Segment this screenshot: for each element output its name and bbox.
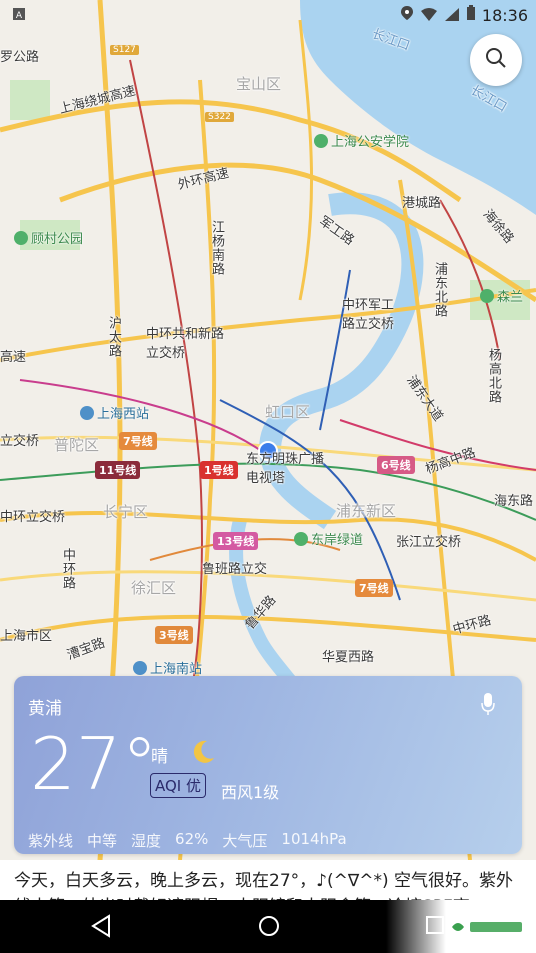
road-label: 中环军工路立交桥 (342, 298, 395, 332)
park-icon (294, 531, 308, 546)
microphone-icon[interactable] (480, 692, 496, 720)
poi-icon (314, 133, 328, 148)
back-icon[interactable] (90, 914, 112, 942)
district-label: 徐汇区 (131, 579, 177, 597)
battery-icon (466, 5, 476, 25)
district-label: 宝山区 (236, 75, 282, 93)
metro-badge: 7号线 (119, 432, 157, 450)
uv-value: 中等 (87, 832, 118, 850)
poi-label[interactable]: 顾村公园 (14, 228, 83, 247)
humidity-value: 62% (175, 830, 209, 848)
road-label: 中环路 (60, 548, 75, 590)
poi-label[interactable]: 上海西站 (80, 403, 149, 422)
road-label: 中环立交桥 (0, 510, 66, 525)
metro-badge: 1号线 (200, 461, 238, 479)
weather-card[interactable]: 黄浦 27° 晴 AQI 优 西风1级 紫外线 中等 湿度 62% 大气压 10… (14, 676, 522, 854)
metro-badge: 6号线 (377, 456, 415, 474)
status-bar: A 18:36 (0, 0, 536, 30)
poi-label[interactable]: 上海公安学院 (314, 131, 409, 150)
clock: 18:36 (481, 5, 528, 25)
road-label: 上海市区 (0, 629, 53, 644)
weather-details: 紫外线 中等 湿度 62% 大气压 1014hPa (28, 830, 347, 851)
moon-icon (189, 738, 217, 770)
park-icon (480, 288, 494, 303)
landmark-label: 东方明珠广播电视塔 (246, 452, 325, 486)
wind-info: 西风1级 (221, 783, 280, 802)
road-label: 中环共和新路立交桥 (146, 327, 225, 361)
district-label: 长宁区 (103, 503, 149, 521)
location-icon (400, 5, 414, 25)
station-icon (80, 405, 94, 420)
road-shield: S127 (110, 45, 139, 55)
city-name: 黄浦 (28, 699, 62, 719)
poi-label[interactable]: 东岸绿道 (294, 529, 363, 548)
humidity-label: 湿度 (131, 832, 162, 850)
station-icon (133, 660, 147, 675)
poi-label[interactable]: 森兰 (480, 286, 523, 305)
road-label: 江杨南路 (209, 220, 224, 276)
signal-icon (444, 6, 460, 25)
pressure-label: 大气压 (222, 832, 268, 850)
district-label: 浦东新区 (336, 502, 397, 520)
road-label: 海东路 (494, 494, 534, 509)
metro-badge: 13号线 (213, 532, 259, 550)
district-label: 虹口区 (265, 403, 311, 421)
svg-text:A: A (16, 11, 23, 21)
metro-badge: 11号线 (95, 461, 141, 479)
road-label: 浦东北路 (432, 262, 447, 318)
pressure-value: 1014hPa (281, 830, 347, 848)
temperature: 27° (30, 722, 158, 806)
road-label: 港城路 (402, 196, 442, 211)
metro-badge: 7号线 (355, 579, 393, 597)
road-label: 华夏西路 (322, 650, 375, 665)
notification-icon: A (12, 6, 26, 25)
road-label: 高速 (0, 350, 27, 365)
road-label: 立交桥 (0, 434, 40, 449)
home-icon[interactable] (257, 914, 281, 942)
watermark-logo (452, 921, 522, 932)
road-shield: S322 (205, 112, 234, 122)
metro-badge: 3号线 (155, 626, 193, 644)
road-label: 鲁班路立交 (202, 562, 268, 577)
poi-label[interactable]: 上海南站 (133, 658, 202, 677)
district-label: 普陀区 (54, 436, 100, 454)
park-icon (14, 230, 28, 245)
search-icon (485, 47, 507, 73)
road-label: 杨高北路 (486, 348, 501, 404)
weather-condition: 晴 (151, 747, 168, 767)
road-label: 沪太路 (106, 316, 121, 358)
wifi-icon (420, 6, 438, 25)
road-label: 张江立交桥 (396, 535, 462, 550)
uv-label: 紫外线 (28, 832, 74, 850)
watermark (386, 900, 536, 953)
search-button[interactable] (470, 34, 522, 86)
aqi-badge: AQI 优 (150, 773, 206, 798)
road-label: 罗公路 (0, 50, 40, 65)
